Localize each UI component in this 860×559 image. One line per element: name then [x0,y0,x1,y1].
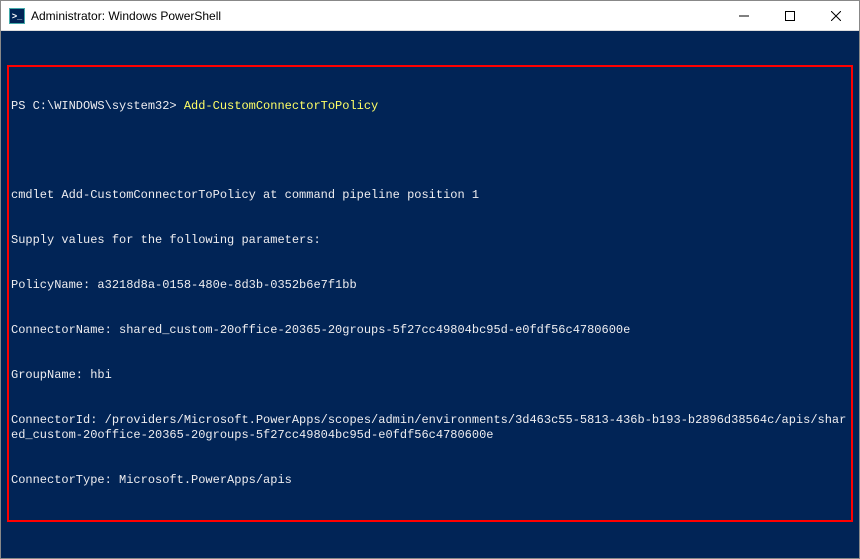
input-line: ConnectorName: shared_custom-20office-20… [11,323,849,338]
minimize-button[interactable] [721,1,767,30]
input-line: cmdlet Add-CustomConnectorToPolicy at co… [11,188,849,203]
input-line: ConnectorId: /providers/Microsoft.PowerA… [11,413,849,443]
input-line: ConnectorType: Microsoft.PowerApps/apis [11,473,849,488]
powershell-icon: >_ [9,8,25,24]
window-title: Administrator: Windows PowerShell [31,9,221,23]
input-line: Supply values for the following paramete… [11,233,849,248]
powershell-window: >_ Administrator: Windows PowerShell PS … [0,0,860,559]
input-line: GroupName: hbi [11,368,849,383]
titlebar[interactable]: >_ Administrator: Windows PowerShell [1,1,859,31]
input-line: PolicyName: a3218d8a-0158-480e-8d3b-0352… [11,278,849,293]
close-button[interactable] [813,1,859,30]
prompt-path: PS C:\WINDOWS\system32> [11,99,184,113]
terminal-body[interactable]: PS C:\WINDOWS\system32> Add-CustomConnec… [1,31,859,558]
prompt-line: PS C:\WINDOWS\system32> Add-CustomConnec… [11,99,849,114]
highlight-box-input: PS C:\WINDOWS\system32> Add-CustomConnec… [7,65,853,522]
prompt-command: Add-CustomConnectorToPolicy [184,99,378,113]
maximize-button[interactable] [767,1,813,30]
